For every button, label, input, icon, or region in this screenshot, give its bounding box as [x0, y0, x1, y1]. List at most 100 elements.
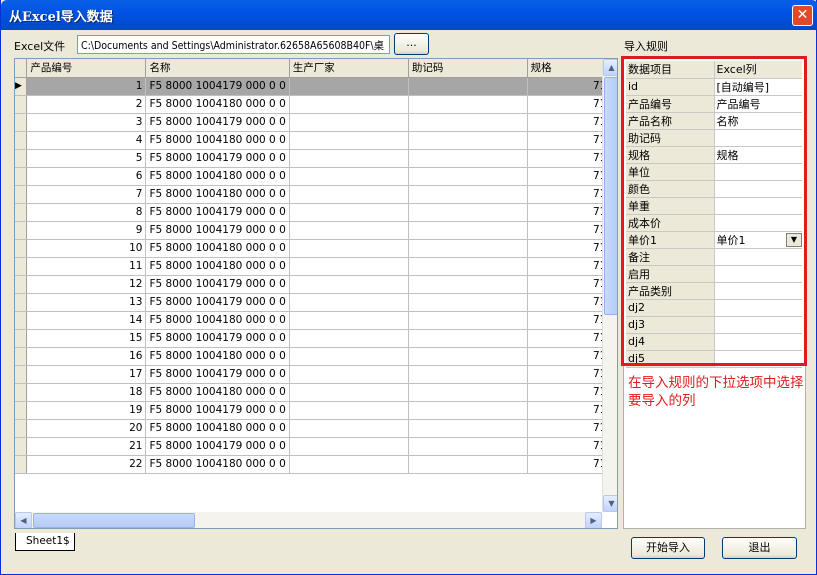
rule-column-select[interactable] — [714, 299, 802, 317]
row-header[interactable] — [15, 347, 28, 366]
title-bar[interactable]: 从Excel导入数据 ✕ — [1, 0, 817, 30]
table-cell[interactable] — [408, 455, 528, 474]
table-cell[interactable] — [289, 275, 409, 294]
table-row[interactable]: 2F5 8000 1004180 000 0 0713 — [15, 95, 617, 114]
table-row[interactable]: 17F5 8000 1004179 000 0 0713 — [15, 365, 617, 384]
table-cell[interactable]: 5 — [26, 149, 147, 168]
table-cell[interactable]: 17 — [26, 365, 147, 384]
table-cell[interactable] — [408, 239, 528, 258]
rule-column-select[interactable] — [714, 163, 802, 181]
table-cell[interactable] — [408, 167, 528, 186]
row-header[interactable] — [15, 365, 28, 384]
table-cell[interactable]: F5 8000 1004179 000 0 0 — [145, 203, 290, 222]
table-cell[interactable] — [408, 329, 528, 348]
column-header[interactable]: 产品编号 — [26, 59, 147, 78]
row-header[interactable] — [15, 437, 28, 456]
table-cell[interactable] — [289, 293, 409, 312]
table-cell[interactable] — [408, 311, 528, 330]
table-row[interactable]: 11F5 8000 1004180 000 0 0713 — [15, 257, 617, 276]
rule-column-select[interactable] — [714, 214, 802, 232]
rule-column-select[interactable] — [714, 129, 802, 147]
table-row[interactable]: 18F5 8000 1004180 000 0 0713 — [15, 383, 617, 402]
row-header[interactable] — [15, 185, 28, 204]
start-import-button[interactable]: 开始导入 — [631, 537, 705, 559]
row-header[interactable] — [15, 239, 28, 258]
dropdown-arrow-icon[interactable]: ▼ — [786, 232, 802, 247]
table-cell[interactable] — [408, 77, 528, 96]
rule-column-select[interactable] — [714, 282, 802, 300]
column-header[interactable]: 名称 — [145, 59, 290, 78]
row-header[interactable] — [15, 455, 28, 474]
table-cell[interactable] — [408, 149, 528, 168]
table-cell[interactable] — [289, 131, 409, 150]
table-cell[interactable] — [408, 203, 528, 222]
scroll-down-icon[interactable]: ▼ — [603, 495, 617, 512]
table-cell[interactable] — [289, 113, 409, 132]
vertical-scroll-thumb[interactable] — [604, 77, 617, 315]
rule-column-select[interactable] — [714, 265, 802, 283]
scroll-right-icon[interactable]: ▶ — [585, 512, 602, 528]
table-cell[interactable]: F5 8000 1004179 000 0 0 — [145, 275, 290, 294]
table-row[interactable]: 10F5 8000 1004180 000 0 0713 — [15, 239, 617, 258]
table-row[interactable]: 16F5 8000 1004180 000 0 0713 — [15, 347, 617, 366]
table-cell[interactable] — [408, 275, 528, 294]
table-cell[interactable]: F5 8000 1004179 000 0 0 — [145, 221, 290, 240]
table-cell[interactable] — [289, 419, 409, 438]
table-cell[interactable] — [408, 293, 528, 312]
row-header[interactable] — [15, 419, 28, 438]
table-row[interactable]: ▶1F5 8000 1004179 000 0 0713 — [15, 77, 617, 96]
row-header[interactable] — [15, 149, 28, 168]
table-cell[interactable] — [289, 329, 409, 348]
table-row[interactable]: 5F5 8000 1004179 000 0 0713 — [15, 149, 617, 168]
table-cell[interactable] — [289, 239, 409, 258]
rule-column-select[interactable] — [714, 350, 802, 368]
scroll-left-icon[interactable]: ◀ — [15, 512, 32, 528]
row-header[interactable] — [15, 311, 28, 330]
table-row[interactable]: 6F5 8000 1004180 000 0 0713 — [15, 167, 617, 186]
table-cell[interactable]: 11 — [26, 257, 147, 276]
row-header[interactable] — [15, 329, 28, 348]
row-header[interactable] — [15, 167, 28, 186]
table-row[interactable]: 3F5 8000 1004179 000 0 0713 — [15, 113, 617, 132]
table-cell[interactable]: F5 8000 1004180 000 0 0 — [145, 131, 290, 150]
table-cell[interactable] — [289, 311, 409, 330]
row-header[interactable] — [15, 113, 28, 132]
table-cell[interactable]: F5 8000 1004180 000 0 0 — [145, 383, 290, 402]
table-cell[interactable]: F5 8000 1004179 000 0 0 — [145, 401, 290, 420]
table-cell[interactable]: 21 — [26, 437, 147, 456]
table-cell[interactable]: 8 — [26, 203, 147, 222]
table-cell[interactable]: F5 8000 1004180 000 0 0 — [145, 167, 290, 186]
table-cell[interactable] — [289, 203, 409, 222]
table-cell[interactable]: F5 8000 1004179 000 0 0 — [145, 437, 290, 456]
close-button[interactable]: ✕ — [792, 5, 813, 26]
table-cell[interactable]: F5 8000 1004179 000 0 0 — [145, 293, 290, 312]
table-cell[interactable]: 14 — [26, 311, 147, 330]
table-cell[interactable] — [289, 437, 409, 456]
table-cell[interactable]: 16 — [26, 347, 147, 366]
sheet-tab[interactable]: Sheet1$ — [15, 533, 75, 551]
table-cell[interactable] — [408, 437, 528, 456]
table-row[interactable]: 19F5 8000 1004179 000 0 0713 — [15, 401, 617, 420]
table-cell[interactable] — [408, 113, 528, 132]
row-header[interactable] — [15, 95, 28, 114]
table-cell[interactable]: 6 — [26, 167, 147, 186]
table-cell[interactable]: 12 — [26, 275, 147, 294]
browse-button[interactable]: ... — [394, 33, 429, 55]
column-header[interactable]: 生产厂家 — [289, 59, 409, 78]
table-row[interactable]: 22F5 8000 1004180 000 0 0713 — [15, 455, 617, 474]
table-cell[interactable]: F5 8000 1004180 000 0 0 — [145, 257, 290, 276]
table-cell[interactable]: F5 8000 1004180 000 0 0 — [145, 95, 290, 114]
table-cell[interactable] — [289, 455, 409, 474]
row-header[interactable] — [15, 275, 28, 294]
table-cell[interactable] — [408, 257, 528, 276]
table-cell[interactable]: F5 8000 1004180 000 0 0 — [145, 347, 290, 366]
row-header[interactable] — [15, 383, 28, 402]
table-cell[interactable] — [289, 77, 409, 96]
table-row[interactable]: 20F5 8000 1004180 000 0 0713 — [15, 419, 617, 438]
table-cell[interactable] — [289, 149, 409, 168]
table-cell[interactable]: F5 8000 1004179 000 0 0 — [145, 365, 290, 384]
table-cell[interactable] — [289, 95, 409, 114]
table-cell[interactable]: F5 8000 1004179 000 0 0 — [145, 113, 290, 132]
table-cell[interactable]: 13 — [26, 293, 147, 312]
table-cell[interactable]: F5 8000 1004180 000 0 0 — [145, 311, 290, 330]
